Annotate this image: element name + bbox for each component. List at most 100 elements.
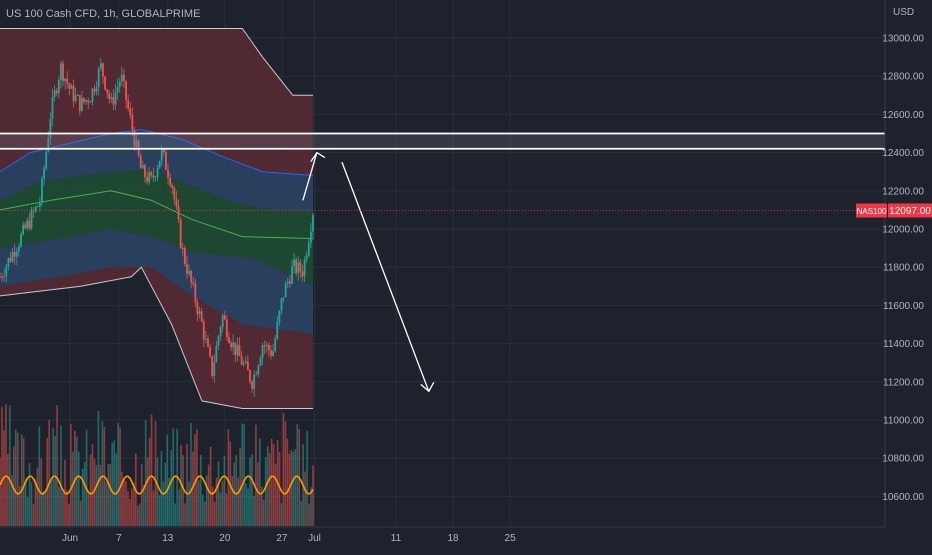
volume-bar bbox=[16, 432, 19, 526]
volume-bar bbox=[223, 455, 226, 526]
candle-body bbox=[78, 95, 81, 111]
candle-body bbox=[196, 302, 199, 315]
volume-bar bbox=[270, 438, 273, 526]
volume-bar bbox=[294, 449, 297, 526]
volume-bar bbox=[127, 491, 129, 526]
candle-body bbox=[41, 178, 43, 203]
price-tick-label: 11400.00 bbox=[883, 339, 924, 350]
candle-body bbox=[99, 63, 102, 69]
candle-body bbox=[89, 102, 92, 104]
candle-body bbox=[45, 151, 48, 169]
candle-body bbox=[272, 351, 274, 356]
candle-body bbox=[156, 168, 159, 178]
candle-body bbox=[253, 374, 256, 389]
candle-body bbox=[139, 155, 142, 169]
volume-bar bbox=[66, 490, 68, 526]
price-tick-label: 11000.00 bbox=[883, 416, 924, 427]
volume-bar bbox=[249, 457, 251, 526]
candle-body bbox=[240, 356, 243, 365]
candle-body bbox=[221, 315, 224, 328]
volume-bar bbox=[253, 495, 255, 526]
volume-bar bbox=[225, 493, 228, 526]
candle-body bbox=[125, 80, 127, 101]
candle-body bbox=[152, 175, 155, 178]
candle-body bbox=[97, 68, 100, 88]
candle-body bbox=[242, 363, 245, 365]
volume-bar bbox=[300, 501, 302, 526]
volume-bar bbox=[259, 438, 261, 526]
candle-body bbox=[169, 177, 172, 186]
volume-bar bbox=[131, 488, 133, 526]
candle-body bbox=[102, 63, 104, 77]
candle-body bbox=[186, 263, 188, 274]
supply-zone-rectangle[interactable] bbox=[0, 133, 885, 149]
volume-bar bbox=[257, 462, 259, 526]
price-tick-label: 10800.00 bbox=[882, 454, 924, 465]
time-axis-panel[interactable] bbox=[0, 527, 932, 550]
volume-bar bbox=[50, 480, 52, 526]
volume-bar bbox=[170, 450, 173, 526]
volume-bar bbox=[30, 482, 33, 526]
chart-stage[interactable]: USD 13000.00 12800.00 12600.00 12400.00 12200… bbox=[0, 0, 932, 550]
candle-body bbox=[246, 361, 249, 371]
volume-bar bbox=[111, 442, 114, 526]
candle-body bbox=[194, 283, 197, 303]
candle-body bbox=[274, 338, 277, 352]
candle-body bbox=[282, 297, 285, 299]
volume-bar bbox=[89, 454, 92, 526]
price-chart[interactable]: USD 13000.00 12800.00 12600.00 12400.00 12200… bbox=[0, 0, 932, 550]
candle-body bbox=[9, 258, 12, 262]
volume-bar bbox=[121, 471, 123, 526]
candle-body bbox=[261, 345, 264, 358]
projection-arrow-down[interactable] bbox=[341, 161, 430, 392]
candle-body bbox=[5, 266, 8, 277]
candle-body bbox=[165, 152, 167, 170]
candle-body bbox=[179, 219, 182, 249]
candle-body bbox=[7, 258, 10, 267]
volume-bar bbox=[304, 471, 306, 526]
candle-body bbox=[255, 374, 258, 376]
last-price-label: 12097.00 bbox=[889, 206, 931, 217]
volume-bar bbox=[14, 429, 17, 526]
candle-body bbox=[112, 97, 115, 105]
volume-bar bbox=[150, 414, 153, 526]
candle-body bbox=[15, 251, 18, 257]
volume-bar bbox=[221, 481, 224, 526]
volume-bar bbox=[115, 453, 117, 526]
candle-body bbox=[251, 381, 253, 389]
volume-bar bbox=[213, 501, 216, 526]
candle-body bbox=[270, 350, 272, 356]
volume-bar bbox=[34, 479, 37, 526]
price-tick-label: 10600.00 bbox=[882, 492, 924, 503]
volume-bar bbox=[32, 503, 35, 526]
candle-body bbox=[108, 93, 111, 99]
time-tick-label: 20 bbox=[219, 533, 231, 544]
volume-bar bbox=[209, 446, 212, 526]
volume-bar bbox=[284, 421, 287, 526]
candle-body bbox=[3, 276, 6, 278]
candle-body bbox=[43, 168, 46, 179]
candle-body bbox=[263, 345, 266, 347]
volume-bar bbox=[286, 438, 289, 526]
candle-body bbox=[30, 210, 33, 229]
volume-bar bbox=[292, 451, 295, 526]
price-tick-label: 11800.00 bbox=[883, 263, 924, 274]
volume-bar bbox=[215, 477, 218, 526]
candle-body bbox=[144, 165, 146, 178]
candle-body bbox=[232, 342, 235, 348]
price-tick-label: 13000.00 bbox=[882, 34, 924, 45]
candle-body bbox=[284, 283, 287, 298]
volume-bar bbox=[22, 437, 25, 526]
candle-body bbox=[141, 165, 144, 169]
volume-bar bbox=[146, 457, 149, 526]
volume-bar bbox=[56, 405, 58, 526]
candle-body bbox=[116, 86, 119, 93]
volume-bar bbox=[164, 462, 167, 526]
volume-bar bbox=[58, 486, 60, 526]
candle-body bbox=[278, 310, 281, 322]
candle-body bbox=[11, 251, 14, 262]
volume-bar bbox=[44, 491, 47, 526]
chart-title: US 100 Cash CFD, 1h, GLOBALPRIME bbox=[6, 8, 201, 20]
volume-bar bbox=[308, 503, 310, 526]
candle-body bbox=[257, 365, 260, 375]
